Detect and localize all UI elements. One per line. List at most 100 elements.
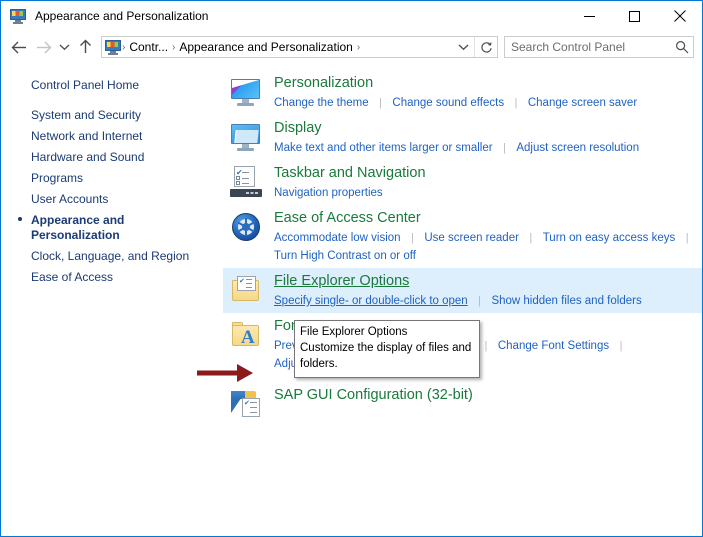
sidebar-item-programs[interactable]: Programs	[1, 168, 223, 189]
search-icon[interactable]	[671, 40, 693, 54]
red-arrow-pointing-right	[197, 364, 253, 382]
tooltip-title: File Explorer Options	[300, 326, 408, 338]
tooltip-description: Customize the display of files and folde…	[300, 342, 472, 370]
link-separator: |	[685, 232, 689, 244]
link-show-hidden-files-and-folders[interactable]: Show hidden files and folders	[491, 295, 641, 307]
link-adjust-screen-resolution[interactable]: Adjust screen resolution	[516, 142, 639, 154]
chevron-down-icon	[458, 44, 468, 51]
breadcrumb-item-appearance[interactable]: Appearance and Personalization	[176, 40, 355, 54]
forward-arrow-icon	[36, 41, 51, 53]
link-change-the-theme[interactable]: Change the theme	[274, 97, 369, 109]
window-title: Appearance and Personalization	[35, 9, 209, 23]
title-bar: Appearance and Personalization	[1, 1, 702, 31]
category-body: Personalization Change the theme | Chang…	[274, 74, 702, 111]
category-links: Change the theme | Change sound effects …	[274, 94, 702, 111]
category-body: File Explorer Options Specify single- or…	[274, 272, 702, 309]
link-make-text-larger-or-smaller[interactable]: Make text and other items larger or smal…	[274, 142, 493, 154]
recent-locations-button[interactable]	[55, 35, 73, 59]
maximize-button[interactable]	[612, 1, 657, 31]
back-button[interactable]	[7, 35, 31, 59]
minimize-button[interactable]	[567, 1, 612, 31]
control-panel-window: Appearance and Personalization › Contr..…	[0, 0, 703, 537]
category-links: Specify single- or double-click to open …	[274, 292, 702, 309]
category-ease-of-access-center[interactable]: Ease of Access Center Accommodate low vi…	[223, 205, 702, 268]
link-separator: |	[514, 97, 518, 109]
link-turn-on-easy-access-keys[interactable]: Turn on easy access keys	[543, 232, 676, 244]
category-list: Personalization Change the theme | Chang…	[223, 63, 702, 536]
refresh-icon	[480, 41, 492, 53]
link-accommodate-low-vision[interactable]: Accommodate low vision	[274, 232, 401, 244]
category-sap-gui-configuration[interactable]: ✔ SAP GUI Configuration (32-bit)	[223, 376, 702, 424]
link-separator: |	[484, 340, 488, 352]
navigation-bar: › Contr... › Appearance and Personalizat…	[1, 31, 702, 63]
sidebar-item-appearance-and-personalization[interactable]: Appearance and Personalization	[1, 210, 161, 246]
category-title-display[interactable]: Display	[274, 119, 322, 138]
address-bar[interactable]: › Contr... › Appearance and Personalizat…	[101, 36, 498, 58]
sidebar-item-hardware-and-sound[interactable]: Hardware and Sound	[1, 147, 223, 168]
category-links: Navigation properties	[274, 184, 702, 201]
content-area: Control Panel Home System and Security N…	[1, 63, 702, 536]
refresh-button[interactable]	[474, 37, 497, 57]
tooltip: File Explorer Options Customize the disp…	[294, 320, 480, 378]
category-body: Taskbar and Navigation Navigation proper…	[274, 164, 702, 201]
link-separator: |	[619, 340, 623, 352]
category-title-ease-of-access-center[interactable]: Ease of Access Center	[274, 209, 421, 228]
link-change-screen-saver[interactable]: Change screen saver	[528, 97, 637, 109]
file-explorer-options-icon: ✔	[230, 274, 262, 306]
category-personalization[interactable]: Personalization Change the theme | Chang…	[223, 70, 702, 115]
category-body: Display Make text and other items larger…	[274, 119, 702, 156]
sidebar-item-clock-language-and-region[interactable]: Clock, Language, and Region	[1, 246, 223, 267]
link-specify-single-or-double-click-to-open[interactable]: Specify single- or double-click to open	[274, 295, 468, 307]
sap-gui-configuration-icon: ✔	[230, 388, 262, 420]
taskbar-icon: ✔	[230, 166, 262, 198]
personalization-monitor-icon	[230, 76, 262, 108]
category-body: SAP GUI Configuration (32-bit)	[274, 386, 702, 420]
control-panel-icon	[10, 8, 26, 24]
link-separator: |	[379, 97, 382, 109]
link-separator: |	[478, 295, 481, 307]
search-input[interactable]	[505, 39, 671, 55]
back-arrow-icon	[11, 41, 26, 53]
close-icon	[673, 10, 686, 22]
category-title-sap-gui-configuration[interactable]: SAP GUI Configuration (32-bit)	[274, 386, 473, 405]
forward-button[interactable]	[31, 35, 55, 59]
sidebar: Control Panel Home System and Security N…	[1, 63, 223, 536]
link-turn-high-contrast-on-or-off[interactable]: Turn High Contrast on or off	[274, 250, 416, 262]
window-controls	[567, 1, 702, 31]
link-change-sound-effects[interactable]: Change sound effects	[392, 97, 504, 109]
link-change-font-settings[interactable]: Change Font Settings	[498, 340, 609, 352]
sidebar-item-ease-of-access[interactable]: Ease of Access	[1, 267, 223, 288]
sidebar-item-control-panel-home[interactable]: Control Panel Home	[1, 75, 223, 96]
chevron-down-icon	[59, 44, 69, 51]
link-use-screen-reader[interactable]: Use screen reader	[424, 232, 519, 244]
link-navigation-properties[interactable]: Navigation properties	[274, 187, 383, 199]
address-dropdown-button[interactable]	[452, 37, 474, 57]
ease-of-access-icon	[230, 211, 262, 243]
category-file-explorer-options[interactable]: ✔ File Explorer Options Specify single- …	[223, 268, 702, 313]
display-monitor-icon	[230, 121, 262, 153]
link-separator: |	[503, 142, 506, 154]
category-links: Make text and other items larger or smal…	[274, 139, 702, 156]
maximize-icon	[629, 10, 640, 22]
category-taskbar-and-navigation[interactable]: ✔ Taskbar and Navigation Navigation prop…	[223, 160, 702, 205]
category-title-personalization[interactable]: Personalization	[274, 74, 373, 93]
fonts-folder-icon: A	[230, 319, 262, 351]
address-control-panel-icon	[105, 39, 121, 55]
category-title-taskbar-and-navigation[interactable]: Taskbar and Navigation	[274, 164, 426, 183]
breadcrumb-item-control-panel[interactable]: Contr...	[126, 40, 171, 54]
category-title-file-explorer-options[interactable]: File Explorer Options	[274, 272, 409, 291]
category-links: Accommodate low vision | Use screen read…	[274, 229, 702, 264]
search-control-panel-box[interactable]	[504, 36, 694, 58]
sidebar-item-system-and-security[interactable]: System and Security	[1, 105, 223, 126]
link-separator: |	[529, 232, 533, 244]
minimize-icon	[584, 15, 595, 17]
sidebar-item-network-and-internet[interactable]: Network and Internet	[1, 126, 223, 147]
category-body: Ease of Access Center Accommodate low vi…	[274, 209, 702, 264]
category-display[interactable]: Display Make text and other items larger…	[223, 115, 702, 160]
breadcrumb-separator: ›	[356, 41, 361, 53]
close-button[interactable]	[657, 1, 702, 31]
up-button[interactable]	[73, 35, 97, 59]
link-separator: |	[411, 232, 414, 244]
sidebar-item-user-accounts[interactable]: User Accounts	[1, 189, 223, 210]
